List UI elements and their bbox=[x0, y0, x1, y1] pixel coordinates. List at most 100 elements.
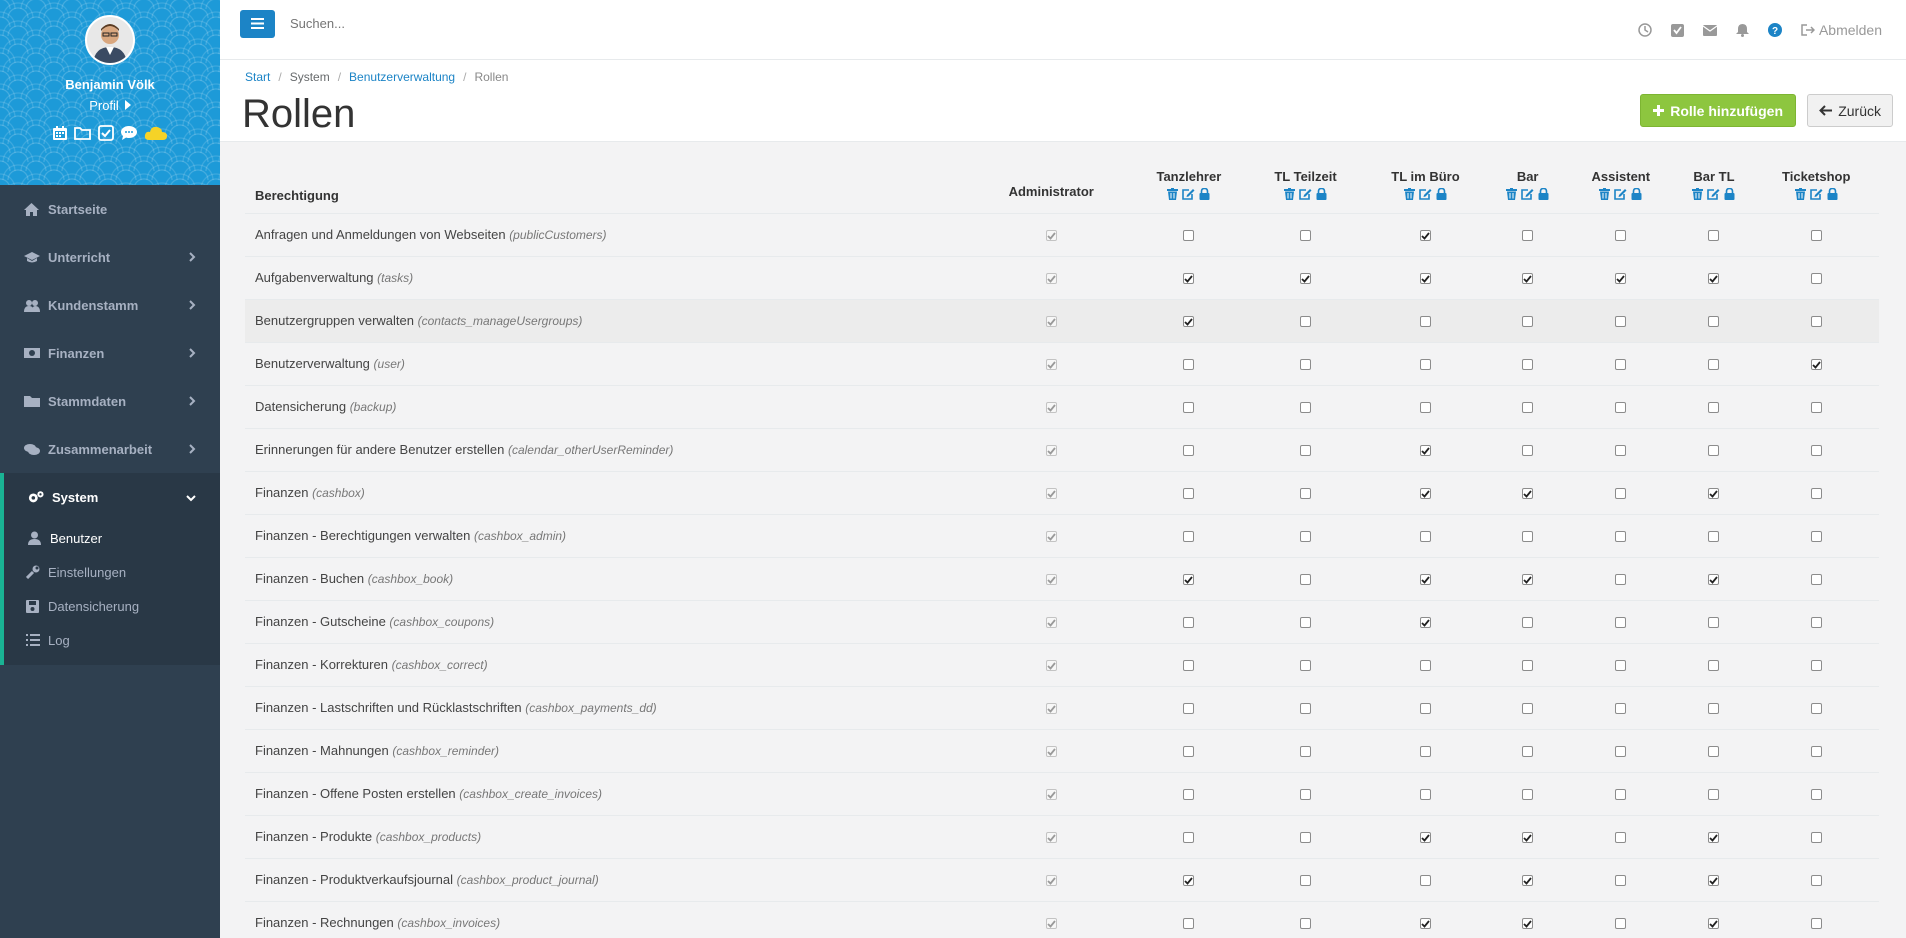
lock-icon[interactable] bbox=[1631, 187, 1642, 200]
permission-checkbox[interactable] bbox=[1615, 445, 1627, 457]
sidebar-item-einstellungen[interactable]: Einstellungen bbox=[4, 555, 220, 589]
permission-checkbox[interactable] bbox=[1615, 617, 1627, 629]
permission-checkbox[interactable] bbox=[1522, 445, 1534, 457]
permission-checkbox[interactable] bbox=[1615, 789, 1627, 801]
permission-checkbox[interactable] bbox=[1183, 273, 1195, 285]
permission-checkbox[interactable] bbox=[1419, 617, 1431, 629]
permission-checkbox[interactable] bbox=[1419, 703, 1431, 715]
menu-toggle-button[interactable] bbox=[240, 10, 275, 38]
logout-link[interactable]: Abmelden bbox=[1801, 22, 1882, 38]
sidebar-item-benutzer[interactable]: Benutzer bbox=[4, 521, 220, 555]
permission-checkbox[interactable] bbox=[1300, 875, 1312, 887]
permission-checkbox[interactable] bbox=[1183, 875, 1195, 887]
permission-checkbox[interactable] bbox=[1522, 703, 1534, 715]
permission-checkbox[interactable] bbox=[1183, 789, 1195, 801]
permission-checkbox[interactable] bbox=[1810, 832, 1822, 844]
permission-checkbox[interactable] bbox=[1810, 273, 1822, 285]
breadcrumb-benutzerverwaltung[interactable]: Benutzerverwaltung bbox=[349, 70, 455, 84]
permission-checkbox[interactable] bbox=[1708, 402, 1720, 414]
permission-checkbox[interactable] bbox=[1419, 273, 1431, 285]
edit-icon[interactable] bbox=[1182, 188, 1195, 200]
permission-checkbox[interactable] bbox=[1300, 531, 1312, 543]
chat-icon[interactable] bbox=[120, 125, 138, 141]
permission-checkbox[interactable] bbox=[1708, 574, 1720, 586]
calendar-icon[interactable] bbox=[52, 125, 68, 141]
sidebar-item-zusammenarbeit[interactable]: Zusammenarbeit bbox=[0, 425, 220, 473]
permission-checkbox[interactable] bbox=[1615, 230, 1627, 242]
permission-checkbox[interactable] bbox=[1183, 918, 1195, 930]
permission-checkbox[interactable] bbox=[1183, 402, 1195, 414]
edit-icon[interactable] bbox=[1419, 188, 1432, 200]
permission-checkbox[interactable] bbox=[1615, 918, 1627, 930]
permission-checkbox[interactable] bbox=[1615, 832, 1627, 844]
permission-checkbox[interactable] bbox=[1810, 660, 1822, 672]
permission-checkbox[interactable] bbox=[1522, 918, 1534, 930]
lock-icon[interactable] bbox=[1436, 187, 1447, 200]
permission-checkbox[interactable] bbox=[1708, 445, 1720, 457]
permission-checkbox[interactable] bbox=[1810, 789, 1822, 801]
permission-checkbox[interactable] bbox=[1183, 574, 1195, 586]
permission-checkbox[interactable] bbox=[1708, 660, 1720, 672]
permission-checkbox[interactable] bbox=[1708, 359, 1720, 371]
permission-checkbox[interactable] bbox=[1810, 531, 1822, 543]
permission-checkbox[interactable] bbox=[1419, 746, 1431, 758]
add-role-button[interactable]: Rolle hinzufügen bbox=[1640, 94, 1796, 127]
lock-icon[interactable] bbox=[1724, 187, 1735, 200]
trash-icon[interactable] bbox=[1692, 187, 1704, 200]
permission-checkbox[interactable] bbox=[1615, 574, 1627, 586]
permission-checkbox[interactable] bbox=[1300, 316, 1312, 328]
envelope-icon[interactable] bbox=[1702, 24, 1717, 36]
permission-checkbox[interactable] bbox=[1810, 488, 1822, 500]
permission-checkbox[interactable] bbox=[1183, 617, 1195, 629]
breadcrumb-start[interactable]: Start bbox=[245, 70, 270, 84]
permission-checkbox[interactable] bbox=[1183, 746, 1195, 758]
permission-checkbox[interactable] bbox=[1615, 875, 1627, 887]
back-button[interactable]: Zurück bbox=[1807, 94, 1893, 127]
permission-checkbox[interactable] bbox=[1419, 230, 1431, 242]
permission-checkbox[interactable] bbox=[1522, 402, 1534, 414]
permission-checkbox[interactable] bbox=[1522, 531, 1534, 543]
permission-checkbox[interactable] bbox=[1419, 316, 1431, 328]
lock-icon[interactable] bbox=[1199, 187, 1210, 200]
trash-icon[interactable] bbox=[1599, 187, 1611, 200]
search-input[interactable] bbox=[290, 16, 590, 31]
permission-checkbox[interactable] bbox=[1419, 531, 1431, 543]
cloud-icon[interactable] bbox=[144, 125, 168, 141]
trash-icon[interactable] bbox=[1284, 187, 1296, 200]
permission-checkbox[interactable] bbox=[1419, 488, 1431, 500]
edit-icon[interactable] bbox=[1614, 188, 1627, 200]
sidebar-item-unterricht[interactable]: Unterricht bbox=[0, 233, 220, 281]
permission-checkbox[interactable] bbox=[1615, 273, 1627, 285]
permission-checkbox[interactable] bbox=[1419, 875, 1431, 887]
permission-checkbox[interactable] bbox=[1708, 531, 1720, 543]
permission-checkbox[interactable] bbox=[1615, 488, 1627, 500]
profile-link[interactable]: Profil bbox=[89, 98, 131, 113]
lock-icon[interactable] bbox=[1538, 187, 1549, 200]
permission-checkbox[interactable] bbox=[1708, 918, 1720, 930]
permission-checkbox[interactable] bbox=[1708, 273, 1720, 285]
lock-icon[interactable] bbox=[1316, 187, 1327, 200]
sidebar-item-stammdaten[interactable]: Stammdaten bbox=[0, 377, 220, 425]
permission-checkbox[interactable] bbox=[1810, 617, 1822, 629]
avatar[interactable] bbox=[85, 15, 135, 65]
sidebar-item-startseite[interactable]: Startseite bbox=[0, 185, 220, 233]
permission-checkbox[interactable] bbox=[1300, 273, 1312, 285]
permission-checkbox[interactable] bbox=[1708, 617, 1720, 629]
permission-checkbox[interactable] bbox=[1300, 445, 1312, 457]
permission-checkbox[interactable] bbox=[1615, 531, 1627, 543]
sidebar-item-log[interactable]: Log bbox=[4, 623, 220, 657]
permission-checkbox[interactable] bbox=[1615, 402, 1627, 414]
permission-checkbox[interactable] bbox=[1419, 402, 1431, 414]
permission-checkbox[interactable] bbox=[1810, 703, 1822, 715]
sidebar-item-system[interactable]: System bbox=[0, 473, 220, 521]
permission-checkbox[interactable] bbox=[1183, 316, 1195, 328]
edit-icon[interactable] bbox=[1809, 188, 1823, 200]
folder-open-icon[interactable] bbox=[74, 125, 92, 141]
trash-icon[interactable] bbox=[1403, 187, 1415, 200]
permission-checkbox[interactable] bbox=[1300, 832, 1312, 844]
permission-checkbox[interactable] bbox=[1708, 875, 1720, 887]
permission-checkbox[interactable] bbox=[1419, 789, 1431, 801]
permission-checkbox[interactable] bbox=[1419, 359, 1431, 371]
permission-checkbox[interactable] bbox=[1419, 918, 1431, 930]
question-circle-icon[interactable]: ? bbox=[1767, 23, 1782, 37]
